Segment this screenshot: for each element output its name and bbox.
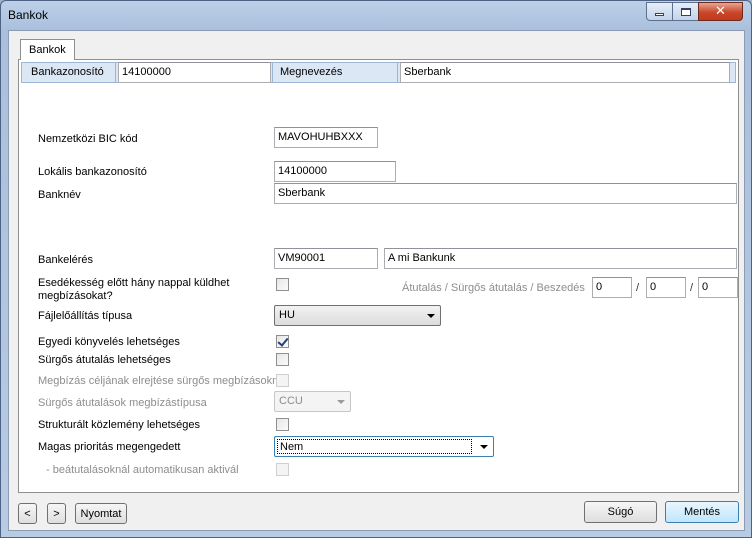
window-client-area: Bankok Bankazonosító 14100000 Megnevezés… xyxy=(8,30,745,531)
due-days-collection-field[interactable]: 0 xyxy=(698,277,738,298)
tab-bankok[interactable]: Bankok xyxy=(20,39,75,60)
due-days-type-label: Átutalás / Sürgős átutalás / Beszedés xyxy=(402,282,585,294)
file-type-select[interactable]: HU xyxy=(274,305,441,326)
due-days-urgent-field[interactable]: 0 xyxy=(646,277,686,298)
title-bar[interactable]: Bankok ✕ xyxy=(1,1,751,29)
auto-activate-label: - beátutalásoknál automatikusan aktivál xyxy=(46,464,239,476)
close-icon: ✕ xyxy=(715,4,726,19)
print-button[interactable]: Nyomtat xyxy=(75,503,127,524)
tab-page-bankok: Bankazonosító 14100000 Megnevezés Sberba… xyxy=(18,59,739,493)
bic-label: Nemzetközi BIC kód xyxy=(38,133,138,145)
previous-record-button[interactable]: < xyxy=(18,503,37,524)
due-days-checkbox[interactable] xyxy=(276,278,289,291)
auto-activate-checkbox[interactable] xyxy=(276,463,289,476)
due-days-question-label: Esedékesség előtt hány nappal küldhet me… xyxy=(38,277,230,302)
urgent-order-type-value: CCU xyxy=(279,395,303,407)
help-button[interactable]: Súgó xyxy=(584,501,657,523)
local-id-field[interactable]: 14100000 xyxy=(274,161,396,182)
due-days-separator: / xyxy=(690,282,694,294)
bank-name-field[interactable]: Sberbank xyxy=(274,183,737,204)
high-priority-label: Magas prioritás megengedett xyxy=(38,441,181,453)
bank-code-label: Bankazonosító xyxy=(22,63,116,82)
bank-code-field[interactable]: 14100000 xyxy=(118,62,271,83)
minimize-icon xyxy=(655,13,664,16)
record-header: Bankazonosító 14100000 Megnevezés Sberba… xyxy=(21,62,736,83)
urgent-order-type-label: Sürgős átutalások megbízástípusa xyxy=(38,397,207,409)
single-booking-checkbox[interactable] xyxy=(276,335,289,348)
hide-purpose-label: Megbízás céljának elrejtése sürgős megbí… xyxy=(38,375,287,387)
single-booking-label: Egyedi könyvelés lehetséges xyxy=(38,336,180,348)
high-priority-value: Nem xyxy=(277,439,472,454)
local-id-label: Lokális bankazonosító xyxy=(38,166,147,178)
chevron-down-icon xyxy=(427,314,435,318)
maximize-button[interactable] xyxy=(672,2,699,21)
urgent-transfer-checkbox[interactable] xyxy=(276,353,289,366)
chevron-down-icon xyxy=(337,400,345,404)
minimize-button[interactable] xyxy=(646,2,673,21)
bic-field[interactable]: MAVOHUHBXXX xyxy=(274,127,378,148)
bank-access-label: Bankelérés xyxy=(38,254,94,266)
high-priority-select[interactable]: Nem xyxy=(274,436,494,457)
due-days-separator: / xyxy=(636,282,640,294)
bank-access-description-field[interactable]: A mi Bankunk xyxy=(384,248,737,269)
hide-purpose-checkbox[interactable] xyxy=(276,374,289,387)
structured-remittance-label: Strukturált közlemény lehetséges xyxy=(38,419,201,431)
due-days-transfer-field[interactable]: 0 xyxy=(592,277,632,298)
bank-name-label: Banknév xyxy=(38,189,81,201)
urgent-transfer-label: Sürgős átutalás lehetséges xyxy=(38,354,171,366)
file-type-value: HU xyxy=(279,309,295,321)
maximize-icon xyxy=(680,7,691,16)
close-button[interactable]: ✕ xyxy=(698,2,743,21)
structured-remittance-checkbox[interactable] xyxy=(276,418,289,431)
save-button[interactable]: Mentés xyxy=(665,501,739,523)
next-record-button[interactable]: > xyxy=(47,503,66,524)
urgent-order-type-select[interactable]: CCU xyxy=(274,391,351,412)
bank-name-header-label: Megnevezés xyxy=(272,63,398,82)
chevron-down-icon xyxy=(480,445,488,449)
bank-access-code-field[interactable]: VM90001 xyxy=(274,248,378,269)
bankok-window: Bankok ✕ Bankok Bankazonosító 14100000 M… xyxy=(0,0,752,538)
file-type-label: Fájlelőállítás típusa xyxy=(38,310,133,322)
window-title: Bankok xyxy=(8,8,49,22)
bank-name-header-field[interactable]: Sberbank xyxy=(400,62,730,83)
